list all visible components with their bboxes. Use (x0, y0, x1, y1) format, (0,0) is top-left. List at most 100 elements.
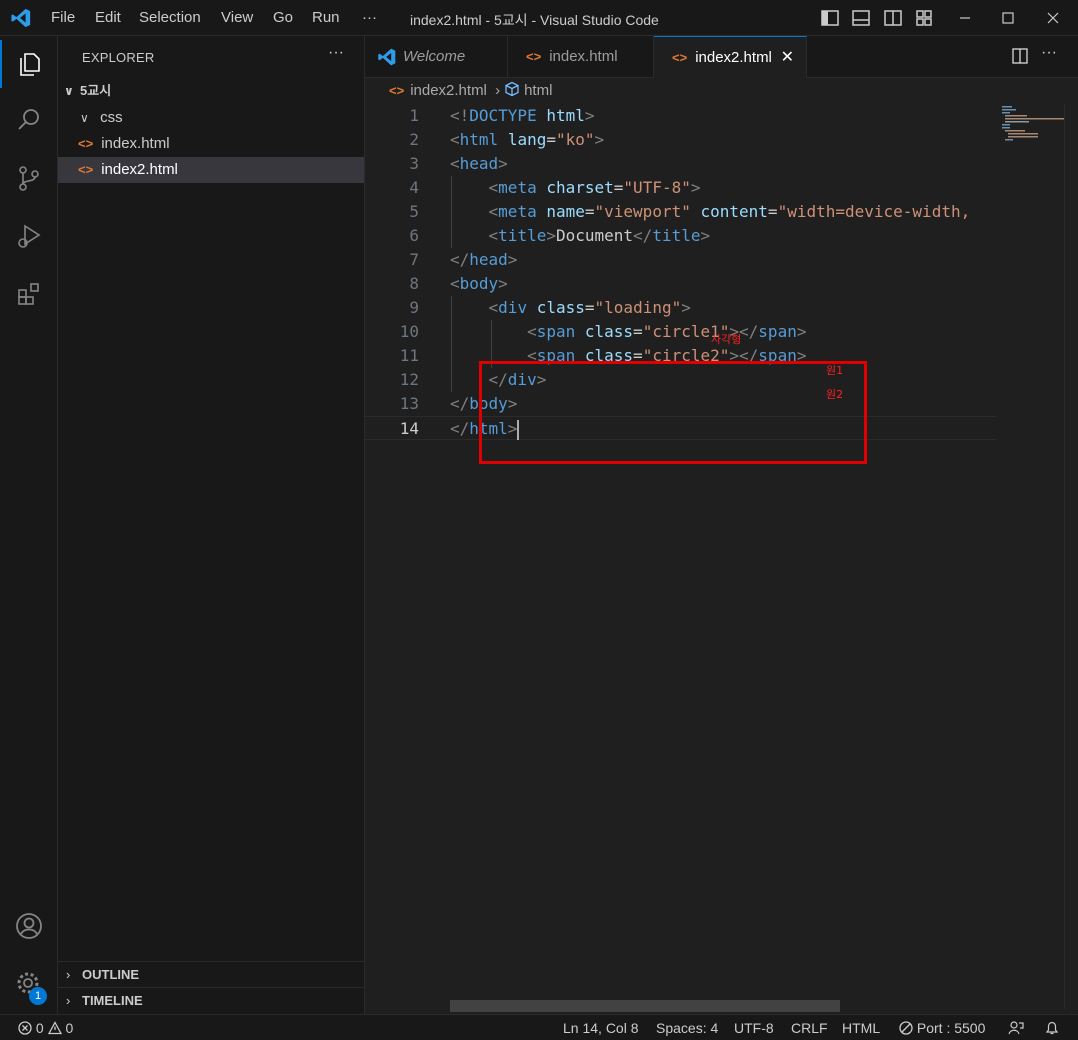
tab-bar: Welcome <> index.html <> index2.html ✕ ··· (365, 36, 1078, 78)
vertical-scrollbar[interactable] (1064, 104, 1078, 1009)
code-text: <title>Document</title> (488, 226, 711, 245)
close-window-icon[interactable] (1043, 8, 1063, 28)
code-line: 4 <meta charset="UTF-8"> (365, 176, 996, 200)
settings-badge: 1 (29, 987, 47, 1005)
editor-more-icon[interactable]: ··· (1041, 44, 1057, 62)
extensions-activity[interactable] (0, 270, 58, 318)
search-activity[interactable] (0, 96, 58, 144)
line-number: 1 (409, 106, 419, 125)
line-number: 10 (399, 322, 419, 341)
vscode-logo-icon (378, 48, 396, 66)
live-server-port[interactable]: Port : 5500 (899, 1020, 985, 1036)
menu-go[interactable]: Go (273, 9, 293, 26)
menu-selection[interactable]: Selection (139, 9, 201, 26)
file-index2-html[interactable]: <> index2.html (58, 157, 364, 183)
tab-label: index.html (549, 48, 618, 65)
annotation-box (479, 361, 867, 464)
chevron-down-icon: ∨ (64, 84, 74, 98)
html-file-icon: <> (389, 83, 405, 98)
maximize-icon[interactable] (998, 8, 1018, 28)
horizontal-scrollbar[interactable] (450, 1000, 840, 1012)
explorer-header: EXPLORER (82, 50, 155, 65)
window-title: index2.html - 5교시 - Visual Studio Code (410, 12, 659, 28)
line-ending[interactable]: CRLF (791, 1020, 828, 1036)
chevron-right-icon: › (66, 967, 71, 982)
chevron-right-icon: › (66, 993, 71, 1008)
warning-icon (47, 1021, 62, 1035)
extensions-icon (18, 283, 39, 305)
minimap[interactable] (996, 104, 1065, 1009)
error-count: 0 (35, 1020, 44, 1036)
timeline-section[interactable]: › TIMELINE (58, 987, 364, 1013)
manage-activity[interactable]: 1 (0, 960, 58, 1008)
tab-index-html[interactable]: <> index.html (508, 36, 654, 78)
error-icon (18, 1021, 32, 1035)
encoding[interactable]: UTF-8 (734, 1020, 774, 1036)
html-file-icon: <> (78, 136, 94, 151)
search-icon (18, 109, 39, 130)
editor-group: Welcome <> index.html <> index2.html ✕ ···… (365, 36, 1078, 1014)
title-bar: File Edit Selection View Go Run ··· inde… (0, 0, 1078, 36)
source-control-activity[interactable] (0, 154, 58, 202)
toggle-panel-icon[interactable] (851, 8, 871, 28)
breadcrumb-separator: › (495, 82, 501, 99)
outline-section[interactable]: › OUTLINE (58, 961, 364, 987)
accounts-activity[interactable] (0, 902, 58, 950)
code-line: 5 <meta name="viewport" content="width=d… (365, 200, 996, 224)
explorer-sidebar: EXPLORER ··· ∨ 5교시 ∨ css <> index.html <> i… (58, 36, 365, 1014)
notifications-bell-icon[interactable] (1044, 1020, 1060, 1036)
code-line: 9 <div class="loading"> (365, 296, 996, 320)
line-number: 9 (409, 298, 419, 317)
explorer-more-button[interactable]: ··· (328, 44, 344, 62)
line-number: 6 (409, 226, 419, 245)
close-tab-icon[interactable]: ✕ (781, 37, 794, 79)
cursor-position[interactable]: Ln 14, Col 8 (563, 1020, 639, 1036)
breadcrumb-file[interactable]: index2.html (410, 82, 487, 99)
tab-index2-html[interactable]: <> index2.html ✕ (654, 36, 807, 78)
folder-label: css (100, 109, 123, 126)
code-text: <span class="circle1"></span> (527, 322, 807, 341)
symbol-element-icon (505, 81, 519, 97)
port-label: Port : 5500 (916, 1020, 986, 1036)
folder-root[interactable]: ∨ 5교시 (58, 78, 364, 104)
html-file-icon: <> (526, 49, 542, 64)
code-line: 1 <!DOCTYPE html> (365, 104, 996, 128)
code-editor[interactable]: 1 <!DOCTYPE html> 2 <html lang="ko"> 3 <hea… (365, 104, 996, 1009)
code-line: 7 </head> (365, 248, 996, 272)
activity-bar: 1 (0, 36, 58, 1014)
folder-css[interactable]: ∨ css (58, 105, 364, 131)
menu-more[interactable]: ··· (362, 9, 377, 26)
line-number: 14 (399, 419, 419, 438)
tab-label: Welcome (403, 48, 466, 65)
menu-view[interactable]: View (221, 9, 253, 26)
tab-welcome[interactable]: Welcome (365, 36, 508, 78)
menu-run[interactable]: Run (312, 9, 340, 26)
line-number: 7 (409, 250, 419, 269)
code-text: <!DOCTYPE html> (450, 106, 595, 125)
warning-count: 0 (65, 1020, 74, 1036)
indentation[interactable]: Spaces: 4 (656, 1020, 718, 1036)
code-text: <meta name="viewport" content="width=dev… (488, 202, 971, 221)
outline-label: OUTLINE (82, 967, 140, 982)
file-index-html[interactable]: <> index.html (58, 131, 364, 157)
menu-file[interactable]: File (51, 9, 75, 26)
line-number: 4 (409, 178, 419, 197)
customize-layout-icon[interactable] (914, 8, 934, 28)
breadcrumb: <> index2.html › html (365, 78, 1078, 104)
code-line: 10 <span class="circle1"></span> (365, 320, 996, 344)
toggle-primary-sidebar-icon[interactable] (820, 8, 840, 28)
code-text: </head> (450, 250, 518, 269)
files-icon (20, 53, 40, 76)
explorer-activity[interactable] (0, 40, 58, 88)
language-mode[interactable]: HTML (842, 1020, 880, 1036)
run-debug-activity[interactable] (0, 212, 58, 260)
toggle-secondary-sidebar-icon[interactable] (883, 8, 903, 28)
source-control-icon (19, 166, 39, 191)
split-editor-icon[interactable] (1010, 46, 1030, 66)
menu-edit[interactable]: Edit (95, 9, 121, 26)
breadcrumb-symbol[interactable]: html (524, 82, 552, 99)
minimize-icon[interactable] (955, 8, 975, 28)
feedback-icon[interactable] (1008, 1020, 1024, 1036)
tab-label: index2.html (695, 49, 772, 66)
problems-indicator[interactable]: 0 0 (18, 1020, 73, 1036)
